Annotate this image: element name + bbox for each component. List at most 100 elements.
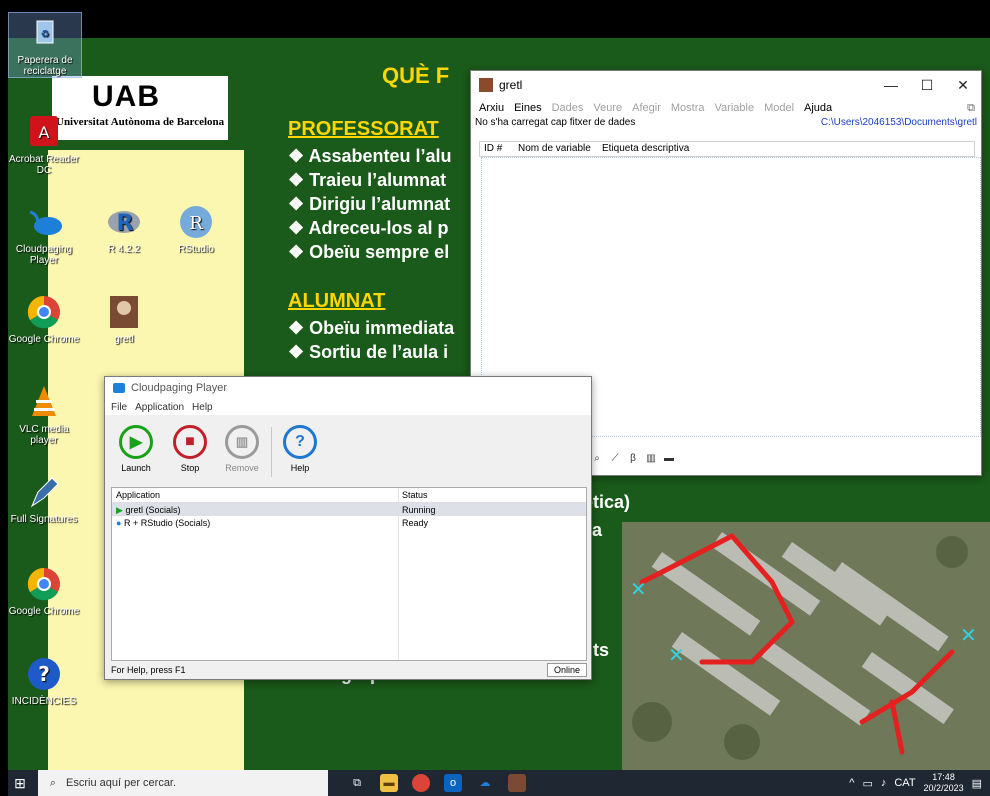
play-icon: ▶ [119, 425, 153, 459]
gretl-icon[interactable] [508, 774, 526, 792]
table-row[interactable]: ● R + RStudio (Socials) Ready [112, 516, 586, 529]
table-row[interactable]: ▶ gretl (Socials) Running [112, 503, 586, 516]
cloudpaging-icon[interactable]: ☁ [476, 774, 494, 792]
professorat-line: ❖ Assabenteu l’alu [288, 146, 452, 166]
professorat-line: ❖ Traieu l’alumnat [288, 170, 447, 190]
col-var-name[interactable]: Nom de variable [518, 143, 591, 154]
graph-icon[interactable]: ⟋ [609, 453, 621, 465]
help-button[interactable]: ? Help [277, 425, 323, 473]
professorat-line: ❖ Adreceu-los al p [288, 218, 449, 238]
col-application[interactable]: Application [116, 490, 160, 500]
close-button[interactable]: ✕ [945, 77, 981, 94]
vlc-icon [32, 386, 56, 416]
help-hint: For Help, press F1 [111, 665, 186, 675]
alumnat-line: ❖ Sortiu de l’aula i [288, 342, 449, 362]
alumnat-heading: ALUMNAT [288, 290, 386, 312]
desktop-icon-chrome-2[interactable]: Google Chrome [8, 564, 80, 617]
svg-text:?: ? [38, 662, 50, 686]
menu-afegir[interactable]: Afegir [632, 102, 661, 114]
book-icon[interactable]: ▥ [645, 453, 657, 465]
professorat-line: ❖ Obeïu sempre el [288, 242, 450, 262]
volume-icon[interactable]: ♪ [881, 777, 887, 789]
window-restore-icon[interactable]: ⧉ [967, 102, 975, 115]
list-header: Application Status [112, 488, 586, 503]
app-status: Running [402, 505, 436, 515]
clock-time: 17:48 [932, 772, 955, 782]
search-icon[interactable]: ⌕ [591, 453, 603, 465]
cloudpaging-icon [29, 210, 62, 235]
acrobat-icon: A [30, 116, 58, 146]
desktop-icon-label: Cloudpaging Player [15, 244, 73, 266]
desktop-icon-chrome[interactable]: Google Chrome [8, 292, 80, 345]
desktop-icon-label: gretl [114, 334, 134, 345]
cloudpaging-window: Cloudpaging Player File Application Help… [104, 376, 592, 680]
task-view-icon[interactable]: ⧉ [348, 774, 366, 792]
cloudpaging-app-icon [113, 383, 125, 393]
gretl-app-icon [479, 78, 493, 92]
notifications-icon[interactable]: ▤ [972, 777, 982, 790]
svg-text:R: R [117, 211, 134, 236]
clock[interactable]: 17:48 20/2/2023 [924, 772, 964, 794]
menu-veure[interactable]: Veure [593, 102, 622, 114]
desktop-icon-label: Google Chrome [8, 334, 80, 345]
chevron-up-icon[interactable]: ^ [849, 777, 854, 789]
menu-eines[interactable]: Eines [514, 102, 542, 114]
running-arrow-icon: ▶ [116, 505, 123, 515]
app-name: ● R + RStudio (Socials) [116, 518, 210, 528]
desktop-icon-acrobat[interactable]: A Acrobat Reader DC [8, 112, 80, 176]
toolbar-separator [271, 427, 272, 477]
desktop-icon-incidencies[interactable]: ? INCIDÈNCIES [8, 654, 80, 707]
desktop: UAB Universitat Autònoma de Barcelona QU… [8, 8, 990, 770]
stop-label: Stop [180, 463, 200, 473]
stop-button[interactable]: ■ Stop [167, 425, 213, 473]
gretl-menubar: Arxiu Eines Dades Veure Afegir Mostra Va… [471, 99, 981, 117]
desktop-icon-label: R 4.2.2 [107, 244, 141, 255]
col-label[interactable]: Etiqueta descriptiva [602, 143, 689, 154]
menu-application[interactable]: Application [135, 402, 184, 413]
outlook-icon[interactable]: o [444, 774, 462, 792]
menu-file[interactable]: File [111, 402, 127, 413]
desktop-icon-vlc[interactable]: VLC media player [8, 382, 80, 446]
desktop-icon-label: VLC media player [19, 424, 69, 446]
taskbar-search[interactable]: ⌕ Escriu aquí per cercar. [38, 770, 328, 796]
menu-arxiu[interactable]: Arxiu [479, 102, 504, 114]
svg-text:✕: ✕ [668, 643, 685, 667]
windows-start-icon[interactable]: ⊞ [8, 775, 32, 792]
chrome-icon[interactable] [412, 774, 430, 792]
minimize-button[interactable]: — [873, 77, 909, 93]
app-bubble-icon: ● [116, 518, 122, 528]
file-explorer-icon[interactable]: ▬ [380, 774, 398, 792]
desktop-icon-r[interactable]: R R 4.2.2 [88, 202, 160, 255]
cloudpaging-titlebar[interactable]: Cloudpaging Player [105, 377, 591, 399]
professorat-heading: PROFESSORAT [288, 118, 439, 140]
desktop-icon-rstudio[interactable]: R RStudio [160, 202, 232, 255]
beta-icon[interactable]: β [627, 453, 639, 465]
launch-button[interactable]: ▶ Launch [113, 425, 159, 473]
language-indicator[interactable]: CAT [894, 777, 915, 789]
gretl-titlebar[interactable]: gretl — ☐ ✕ [471, 71, 981, 99]
menu-mostra[interactable]: Mostra [671, 102, 705, 114]
col-id[interactable]: ID # [484, 143, 502, 154]
menu-variable[interactable]: Variable [715, 102, 755, 114]
desktop-icon-recycle-bin[interactable]: ♻ Paperera de reciclatge [8, 12, 82, 78]
menu-ajuda[interactable]: Ajuda [804, 102, 832, 114]
desktop-top-band [8, 8, 990, 38]
desktop-icon-label: Google Chrome [8, 606, 80, 617]
alumnat-line: ❖ Obeïu immediata [288, 318, 455, 338]
desktop-icon-label: Full Signatures [10, 514, 78, 525]
pen-icon [30, 477, 59, 508]
folder-icon[interactable]: ▬ [663, 453, 675, 465]
menu-help[interactable]: Help [192, 402, 213, 413]
help-label: Help [290, 463, 310, 473]
desktop-icon-cloudpaging[interactable]: Cloudpaging Player [8, 202, 80, 266]
col-status[interactable]: Status [402, 490, 428, 500]
menu-model[interactable]: Model [764, 102, 794, 114]
desktop-icon-gretl[interactable]: gretl [88, 292, 160, 345]
stop-icon: ■ [173, 425, 207, 459]
remove-button[interactable]: ▥ Remove [219, 425, 265, 473]
desktop-icon-full-signatures[interactable]: Full Signatures [8, 472, 80, 525]
logo-text: UAB [92, 80, 160, 113]
menu-dades[interactable]: Dades [552, 102, 584, 114]
network-icon[interactable]: ▭ [862, 777, 872, 790]
maximize-button[interactable]: ☐ [909, 77, 945, 94]
